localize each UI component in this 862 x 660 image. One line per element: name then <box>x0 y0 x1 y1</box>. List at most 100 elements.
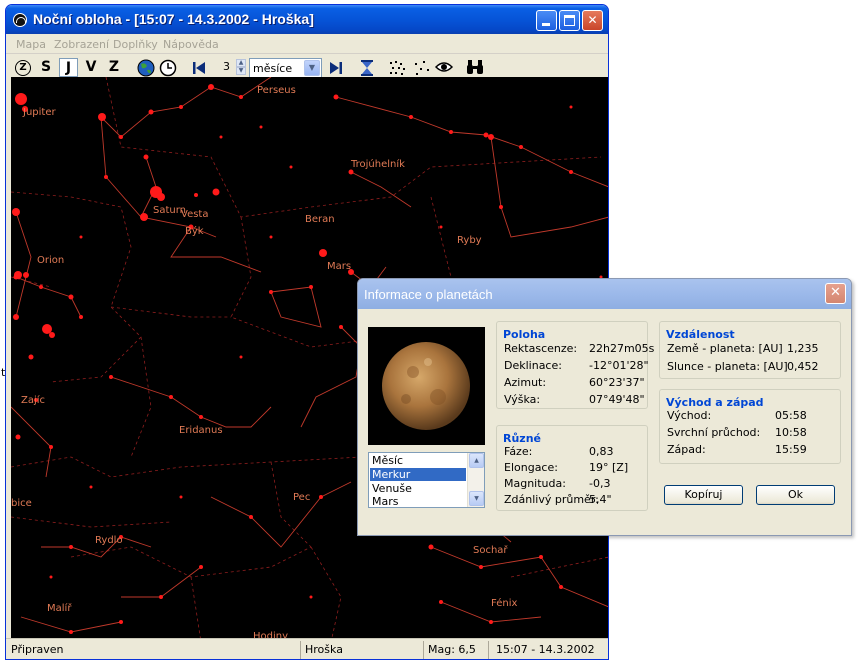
group-vychod-title: Východ a západ <box>666 396 764 409</box>
status-datetime: 15:07 - 14.3.2002 <box>496 643 595 656</box>
label-pec: Pec <box>293 492 310 503</box>
mercury-planet-icon <box>382 342 470 430</box>
menu-zobrazeni[interactable]: Zobrazení <box>54 38 109 51</box>
label-ryby: Ryby <box>457 235 482 246</box>
ruzne-value: 19° [Z] <box>589 461 629 474</box>
poloha-label: Azimut: <box>504 376 547 389</box>
label-mars: Mars <box>327 261 351 272</box>
copy-button[interactable]: Kopíruj <box>664 485 743 505</box>
ruzne-label: Magnituda: <box>504 477 566 490</box>
menu-mapa[interactable]: Mapa <box>16 38 46 51</box>
status-bar: Připraven Hroška Mag: 6,5 15:07 - 14.3.2… <box>6 638 608 659</box>
spin-down-icon[interactable]: ▼ <box>236 67 246 75</box>
step-spinner[interactable]: ▲ ▼ <box>236 59 246 76</box>
status-location: Hroška <box>302 641 424 659</box>
menu-doplnky[interactable]: Doplňky <box>113 38 158 51</box>
scroll-down-icon[interactable]: ▼ <box>469 491 484 506</box>
ok-button[interactable]: Ok <box>756 485 835 505</box>
group-ruzne: Různé Fáze: 0,83 Elongace: 19° [Z] Magni… <box>496 425 648 511</box>
poloha-label: Deklinace: <box>504 359 562 372</box>
ruzne-value: 5,4" <box>589 493 612 506</box>
step-value: 3 <box>223 60 230 73</box>
ruzne-value: -0,3 <box>589 477 611 490</box>
zenith-icon: Z <box>19 62 27 73</box>
ruzne-label: Elongace: <box>504 461 558 474</box>
chevron-down-icon[interactable]: ▼ <box>304 60 320 76</box>
maximize-button[interactable] <box>559 10 580 31</box>
dialog-title: Informace o planetách <box>364 287 493 302</box>
group-ruzne-title: Různé <box>503 432 541 445</box>
west-button[interactable]: Z <box>106 58 122 77</box>
poloha-label: Výška: <box>504 393 541 406</box>
planet-item-mesic[interactable]: Měsíc <box>370 454 466 467</box>
status-state: Připraven <box>8 641 301 659</box>
label-sochar: Sochař <box>473 544 508 556</box>
vzdalenost-label: Slunce - planeta: [AU] <box>667 360 788 373</box>
globe-icon[interactable] <box>137 59 155 78</box>
close-icon: ✕ <box>587 13 598 27</box>
dialog-title-bar[interactable]: Informace o planetách ✕ <box>358 279 851 309</box>
label-rydlo: Rydlo <box>95 535 123 546</box>
dialog-close-button[interactable]: ✕ <box>825 283 846 304</box>
scroll-up-icon[interactable]: ▲ <box>469 453 484 468</box>
group-vzdalenost: Vzdálenost Země - planeta: [AU] 1,235 Sl… <box>659 321 841 379</box>
poloha-value: 07°49'48" <box>589 393 645 406</box>
label-perseus: Perseus <box>257 85 296 96</box>
label-beran: Beran <box>305 214 335 225</box>
menu-bar: Mapa Zobrazení Doplňky Nápověda <box>6 34 608 54</box>
label-jupiter: Jupiter <box>22 107 56 118</box>
vzdalenost-label: Země - planeta: [AU] <box>667 342 783 355</box>
label-malir: Malíř <box>47 602 72 614</box>
app-icon[interactable] <box>13 13 27 27</box>
time-unit-select[interactable]: měsíce ▼ <box>249 58 322 78</box>
label-trojuhelnik: Trojúhelník <box>350 158 405 170</box>
poloha-value: 60°23'37" <box>589 376 645 389</box>
planet-list[interactable]: Měsíc Merkur Venuše Mars ▲ ▼ <box>368 452 485 508</box>
planet-item-merkur[interactable]: Merkur <box>370 468 466 481</box>
label-zajic: Zajíc <box>21 394 45 406</box>
poloha-value: 22h27m05s <box>589 342 655 355</box>
vychod-value: 15:59 <box>775 443 807 456</box>
status-magnitude: Mag: 6,5 <box>425 641 489 659</box>
close-button[interactable]: ✕ <box>582 10 603 31</box>
vychod-label: Západ: <box>667 443 706 456</box>
ruzne-label: Zdánlivý průměr: <box>504 493 599 506</box>
poloha-label: Rektascenze: <box>504 342 578 355</box>
ruzne-label: Fáze: <box>504 445 533 458</box>
south-button[interactable]: J <box>59 58 78 77</box>
planet-info-dialog: Informace o planetách ✕ Měsíc Merkur Ven… <box>357 278 852 536</box>
label-eridanus: Eridanus <box>179 425 223 436</box>
group-poloha: Poloha Rektascenze: 22h27m05s Deklinace:… <box>496 321 654 409</box>
label-fenix: Fénix <box>491 597 517 609</box>
group-vzdalenost-title: Vzdálenost <box>666 328 735 341</box>
vychod-label: Východ: <box>667 409 712 422</box>
title-bar[interactable]: Noční obloha - [15:07 - 14.3.2002 - Hroš… <box>6 5 608 34</box>
time-unit-value: měsíce <box>253 62 293 75</box>
east-button[interactable]: V <box>83 58 99 77</box>
label-orion: Orion <box>37 255 64 266</box>
menu-napoveda[interactable]: Nápověda <box>163 38 219 51</box>
window-title: Noční obloha - [15:07 - 14.3.2002 - Hroš… <box>33 11 314 27</box>
north-button[interactable]: S <box>38 58 54 77</box>
group-vychod-zapad: Východ a západ Východ: 05:58 Svrchní prů… <box>659 389 841 464</box>
planet-list-scrollbar[interactable]: ▲ ▼ <box>467 453 484 507</box>
poloha-value: -12°01'28" <box>589 359 649 372</box>
vychod-value: 10:58 <box>775 426 807 439</box>
spin-up-icon[interactable]: ▲ <box>236 59 246 67</box>
planet-item-mars[interactable]: Mars <box>370 495 466 507</box>
ruzne-value: 0,83 <box>589 445 614 458</box>
label-vesta: Vesta <box>181 209 208 220</box>
vzdalenost-value: 0,452 <box>787 360 819 373</box>
planet-image <box>368 327 485 445</box>
minimize-icon <box>542 23 550 26</box>
group-poloha-title: Poloha <box>503 328 546 341</box>
label-byk: Býk <box>185 225 204 237</box>
label-holubice: bice <box>11 498 32 509</box>
minimize-button[interactable] <box>536 10 557 31</box>
side-text: t <box>1 366 6 379</box>
zenith-button[interactable]: Z <box>15 60 31 76</box>
planet-item-venuse[interactable]: Venuše <box>370 482 466 495</box>
clock-icon[interactable] <box>159 59 177 78</box>
binoculars-icon[interactable] <box>466 59 484 78</box>
maximize-icon <box>564 15 575 26</box>
